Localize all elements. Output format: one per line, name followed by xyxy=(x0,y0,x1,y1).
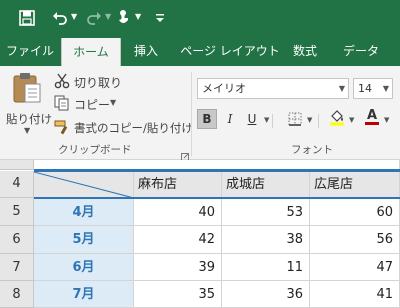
font-size-dropdown-icon[interactable]: ▼ xyxy=(383,79,389,98)
paste-label: 貼り付け xyxy=(6,112,52,126)
redo-dropdown-icon[interactable]: ▼ xyxy=(105,12,111,21)
value-cell[interactable]: 35 xyxy=(134,281,222,308)
tab-file[interactable]: ファイル xyxy=(4,36,56,66)
column-header-cell[interactable]: 広尾店 xyxy=(310,172,400,198)
underline-dropdown-icon[interactable]: ▼ xyxy=(264,116,269,124)
row-header-8[interactable]: 8 xyxy=(0,281,34,308)
font-color-letter: A xyxy=(366,108,378,123)
font-name-dropdown-icon[interactable]: ▼ xyxy=(339,79,345,98)
paste-icon xyxy=(12,72,42,108)
tab-page-layout[interactable]: ページ レイアウト xyxy=(180,36,280,66)
redo-icon[interactable] xyxy=(84,7,104,29)
value-cell[interactable]: 42 xyxy=(134,226,222,254)
diagonal-header-cell[interactable] xyxy=(33,171,135,199)
font-color-button[interactable]: A xyxy=(362,107,382,127)
month-cell[interactable]: 6月 xyxy=(34,254,134,281)
ribbon-separator xyxy=(191,72,192,156)
row-header-5[interactable]: 5 xyxy=(0,198,34,226)
column-header-cell[interactable]: 成城店 xyxy=(222,172,310,198)
value-cell[interactable]: 53 xyxy=(222,199,310,226)
format-painter-button[interactable]: 書式のコピー/貼り付け xyxy=(54,118,193,139)
value-cell[interactable]: 38 xyxy=(222,226,310,254)
value-cell[interactable]: 11 xyxy=(222,254,310,281)
fill-color-dropdown-icon[interactable]: ▼ xyxy=(349,116,354,124)
tab-home[interactable]: ホーム xyxy=(61,38,121,66)
clipboard-group-label: クリップボード xyxy=(58,144,132,156)
border-icon[interactable] xyxy=(285,109,305,129)
save-icon[interactable] xyxy=(16,7,38,29)
copy-button[interactable]: コピー ▼ xyxy=(54,94,138,112)
fill-color-icon[interactable] xyxy=(327,107,347,127)
format-painter-label: 書式のコピー/貼り付け xyxy=(74,121,193,135)
bold-button[interactable]: B xyxy=(197,109,217,129)
tab-insert[interactable]: 挿入 xyxy=(126,36,166,66)
font-color-dropdown-icon[interactable]: ▼ xyxy=(384,116,389,124)
border-dropdown-icon[interactable]: ▼ xyxy=(307,116,312,124)
underline-button[interactable]: U xyxy=(242,109,262,129)
font-name-value: メイリオ xyxy=(202,82,246,95)
value-cell[interactable]: 40 xyxy=(134,199,222,226)
touch-dropdown-icon[interactable]: ▼ xyxy=(135,12,141,21)
value-cell[interactable]: 56 xyxy=(310,226,400,254)
touch-mode-icon[interactable] xyxy=(114,7,134,29)
cut-button[interactable]: 切り取り xyxy=(54,72,138,90)
row-header-6[interactable]: 6 xyxy=(0,226,34,254)
column-header-cell[interactable]: 麻布店 xyxy=(134,172,222,198)
font-size-combo[interactable]: 14 ▼ xyxy=(353,78,393,99)
month-cell[interactable]: 5月 xyxy=(34,226,134,254)
value-cell[interactable]: 36 xyxy=(222,281,310,308)
row-header[interactable] xyxy=(0,160,34,170)
tab-formulas[interactable]: 数式 xyxy=(286,36,324,66)
fill-color-swatch xyxy=(330,122,344,126)
quick-access-toolbar: ▼ ▼ ▼ xyxy=(0,0,400,36)
copy-label: コピー xyxy=(74,98,111,112)
row-header-7[interactable]: 7 xyxy=(0,254,34,281)
value-cell[interactable]: 60 xyxy=(310,199,400,226)
value-cell[interactable]: 41 xyxy=(310,281,400,308)
paste-button[interactable]: 貼り付け ▼ xyxy=(4,72,52,136)
copy-icon xyxy=(54,95,70,115)
row-header-4[interactable]: 4 xyxy=(0,171,34,198)
cut-label: 切り取り xyxy=(74,76,123,90)
ribbon-home: 貼り付け ▼ 切り取り コピー ▼ 書式のコピー/貼り付け クリップボード メイ… xyxy=(0,66,400,161)
copy-dropdown-icon[interactable]: ▼ xyxy=(110,98,116,107)
value-cell[interactable]: 47 xyxy=(310,254,400,281)
tab-data[interactable]: データ xyxy=(336,36,386,66)
paste-dropdown-icon[interactable]: ▼ xyxy=(24,126,30,135)
spreadsheet-grid: 4 麻布店 成城店 広尾店 5 4月 40 53 60 6 5月 42 38 5… xyxy=(0,160,400,308)
month-cell[interactable]: 4月 xyxy=(34,199,134,226)
italic-button[interactable]: I xyxy=(220,109,240,129)
undo-icon[interactable] xyxy=(50,7,70,29)
font-size-value: 14 xyxy=(358,82,372,95)
font-name-combo[interactable]: メイリオ ▼ xyxy=(197,78,349,99)
font-separator-2 xyxy=(318,114,319,128)
font-group-label: フォント xyxy=(291,144,333,156)
font-separator xyxy=(272,114,273,128)
font-color-swatch xyxy=(365,122,379,125)
customize-qat-icon[interactable] xyxy=(152,7,168,29)
scissors-icon xyxy=(54,73,70,93)
ribbon-tabs: ファイル ホーム 挿入 ページ レイアウト 数式 データ xyxy=(0,36,400,66)
format-painter-icon xyxy=(54,119,70,139)
diagonal-line xyxy=(33,171,135,199)
value-cell[interactable]: 39 xyxy=(134,254,222,281)
month-cell[interactable]: 7月 xyxy=(34,281,134,308)
undo-dropdown-icon[interactable]: ▼ xyxy=(71,12,77,21)
